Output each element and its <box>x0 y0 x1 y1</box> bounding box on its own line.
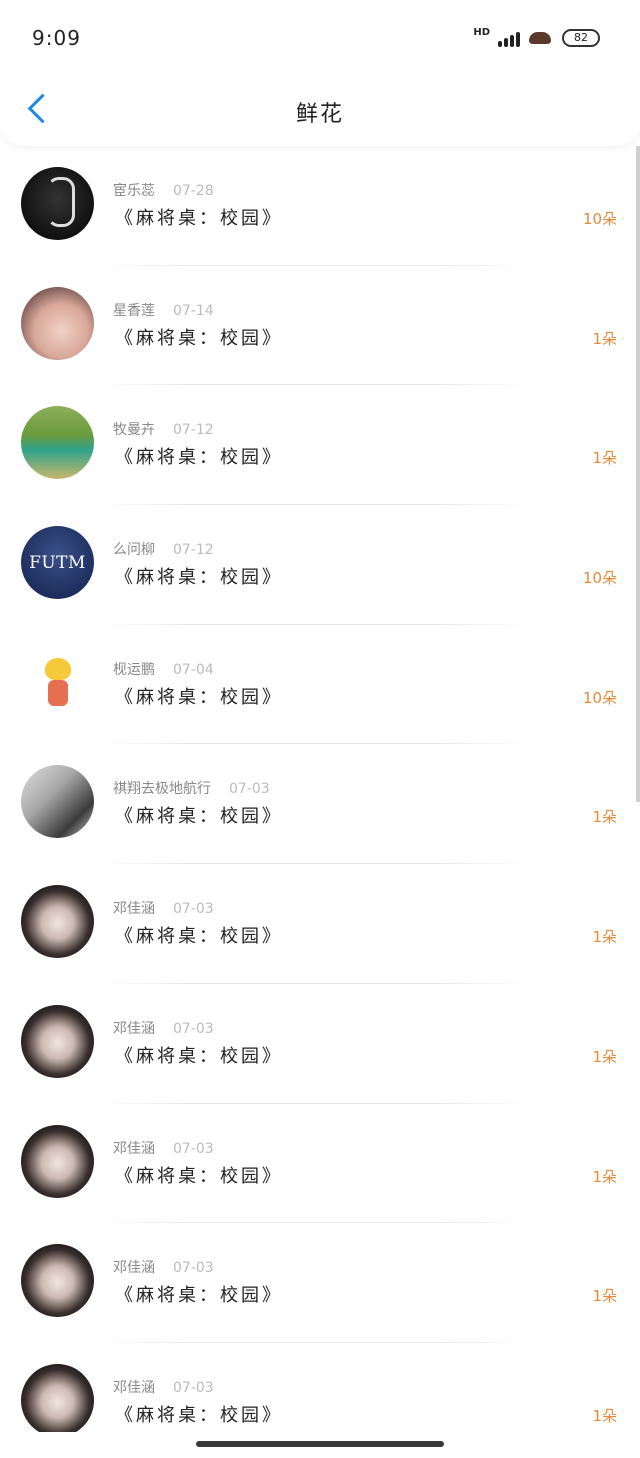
list-item[interactable]: 邓佳涵 07-03 《麻将桌：校园》 1朵 <box>0 1223 640 1343</box>
book-title: 《麻将桌：校园》 <box>115 1165 283 1187</box>
avatar-text: FUTM <box>29 552 86 573</box>
flower-count: 1朵 <box>592 1287 617 1306</box>
flower-count: 10朵 <box>582 688 617 707</box>
avatar[interactable] <box>21 167 94 240</box>
item-date: 07-03 <box>173 1140 214 1157</box>
sender-name[interactable]: 星香莲 <box>113 303 155 319</box>
sender-name[interactable]: 宦乐蕊 <box>113 183 155 199</box>
list-item[interactable]: 枧运鹏 07-04 《麻将桌：校园》 10朵 <box>0 625 640 745</box>
flower-count: 1朵 <box>592 1167 617 1186</box>
avatar[interactable] <box>21 1244 94 1318</box>
avatar[interactable]: FUTM <box>21 526 94 600</box>
item-meta: 邓佳涵 07-03 <box>113 1018 214 1038</box>
book-title: 《麻将桌：校园》 <box>115 1404 283 1426</box>
avatar[interactable] <box>21 885 94 959</box>
signal-icon <box>498 29 520 47</box>
sender-name[interactable]: 邓佳涵 <box>113 901 155 917</box>
list-item[interactable]: 星香莲 07-14 《麻将桌：校园》 1朵 <box>0 266 640 386</box>
sender-name[interactable]: 牧曼卉 <box>113 422 155 438</box>
status-time: 9:09 <box>32 26 81 50</box>
flower-list: 宦乐蕊 07-28 《麻将桌：校园》 10朵 星香莲 07-14 《麻将桌：校园》 1朵 牧曼卉… <box>0 146 640 1432</box>
avatar[interactable] <box>21 1004 94 1078</box>
book-title: 《麻将桌：校园》 <box>115 567 283 589</box>
avatar[interactable] <box>21 406 94 480</box>
book-title: 《麻将桌：校园》 <box>115 1285 283 1307</box>
header-card: 9:09 HD 82 鲜花 <box>0 0 640 146</box>
flower-count: 10朵 <box>582 210 617 228</box>
flower-count: 1朵 <box>592 808 617 827</box>
book-title: 《麻将桌：校园》 <box>115 1045 283 1067</box>
nav-bar: 鲜花 <box>0 70 640 146</box>
item-meta: 邓佳涵 07-03 <box>113 1377 214 1397</box>
book-title: 《麻将桌：校园》 <box>115 806 283 828</box>
item-meta: 么问柳 07-12 <box>113 539 214 559</box>
item-date: 07-03 <box>173 901 214 918</box>
item-meta: 邓佳涵 07-03 <box>113 1138 214 1158</box>
flower-count: 1朵 <box>592 329 617 348</box>
scrollbar[interactable] <box>636 146 640 802</box>
item-meta: 枧运鹏 07-04 <box>113 659 214 679</box>
item-date: 07-03 <box>173 1260 214 1277</box>
book-title: 《麻将桌：校园》 <box>115 327 283 349</box>
book-title: 《麻将桌：校园》 <box>115 208 283 229</box>
list-item[interactable]: 邓佳涵 07-03 《麻将桌：校园》 1朵 <box>0 864 640 984</box>
page-title: 鲜花 <box>295 102 344 127</box>
sender-name[interactable]: 邓佳涵 <box>113 1260 155 1276</box>
flower-count: 1朵 <box>592 928 617 947</box>
item-date: 07-03 <box>229 781 270 798</box>
flower-count: 10朵 <box>582 569 617 588</box>
screen: 9:09 HD 82 鲜花 宦乐蕊 07-28 《麻将桌：校园》 10朵 星香莲 07-1… <box>0 0 640 1458</box>
battery-icon: 82 <box>562 29 600 47</box>
list-item[interactable]: 祺翔去极地航行 07-03 《麻将桌：校园》 1朵 <box>0 744 640 865</box>
list-item[interactable]: 邓佳涵 07-03 《麻将桌：校园》 1朵 <box>0 1104 640 1224</box>
item-date: 07-12 <box>173 422 214 439</box>
avatar[interactable] <box>21 286 94 360</box>
book-title: 《麻将桌：校园》 <box>115 686 283 708</box>
list-item[interactable]: 宦乐蕊 07-28 《麻将桌：校园》 10朵 <box>0 146 640 266</box>
sender-name[interactable]: 邓佳涵 <box>113 1021 155 1037</box>
flower-count: 1朵 <box>592 1406 617 1425</box>
status-bar: 9:09 HD 82 <box>0 0 640 70</box>
flower-count: 1朵 <box>592 1047 617 1066</box>
list-item[interactable]: 邓佳涵 07-03 《麻将桌：校园》 1朵 <box>0 1343 640 1432</box>
item-meta: 星香莲 07-14 <box>113 300 214 320</box>
sender-name[interactable]: 么问柳 <box>113 542 155 558</box>
wifi-icon <box>528 28 554 48</box>
item-meta: 牧曼卉 07-12 <box>113 419 214 439</box>
item-meta: 祺翔去极地航行 07-03 <box>113 778 270 798</box>
flower-count: 1朵 <box>592 449 617 468</box>
status-icons: HD 82 <box>473 26 600 50</box>
avatar[interactable] <box>21 1124 94 1198</box>
item-meta: 宦乐蕊 07-28 <box>113 180 214 200</box>
item-date: 07-03 <box>173 1020 214 1037</box>
avatar[interactable] <box>21 765 94 839</box>
item-date: 07-28 <box>173 183 214 199</box>
list-item[interactable]: FUTM 么问柳 07-12 《麻将桌：校园》 10朵 <box>0 505 640 625</box>
sender-name[interactable]: 祺翔去极地航行 <box>113 781 211 797</box>
sender-name[interactable]: 邓佳涵 <box>113 1141 155 1157</box>
item-date: 07-14 <box>173 302 214 319</box>
item-meta: 邓佳涵 07-03 <box>113 898 214 918</box>
avatar[interactable] <box>21 645 94 719</box>
list-item[interactable]: 邓佳涵 07-03 《麻将桌：校园》 1朵 <box>0 984 640 1104</box>
item-meta: 邓佳涵 07-03 <box>113 1257 214 1277</box>
sender-name[interactable]: 枧运鹏 <box>113 662 155 678</box>
item-date: 07-03 <box>173 1379 214 1396</box>
sender-name[interactable]: 邓佳涵 <box>113 1380 155 1396</box>
home-indicator[interactable] <box>196 1441 444 1447</box>
item-date: 07-12 <box>173 542 214 559</box>
book-title: 《麻将桌：校园》 <box>115 447 283 469</box>
list-item[interactable]: 牧曼卉 07-12 《麻将桌：校园》 1朵 <box>0 385 640 506</box>
item-date: 07-04 <box>173 661 214 678</box>
avatar[interactable] <box>21 1363 94 1432</box>
book-title: 《麻将桌：校园》 <box>115 926 283 948</box>
hd-label: HD <box>473 27 490 38</box>
